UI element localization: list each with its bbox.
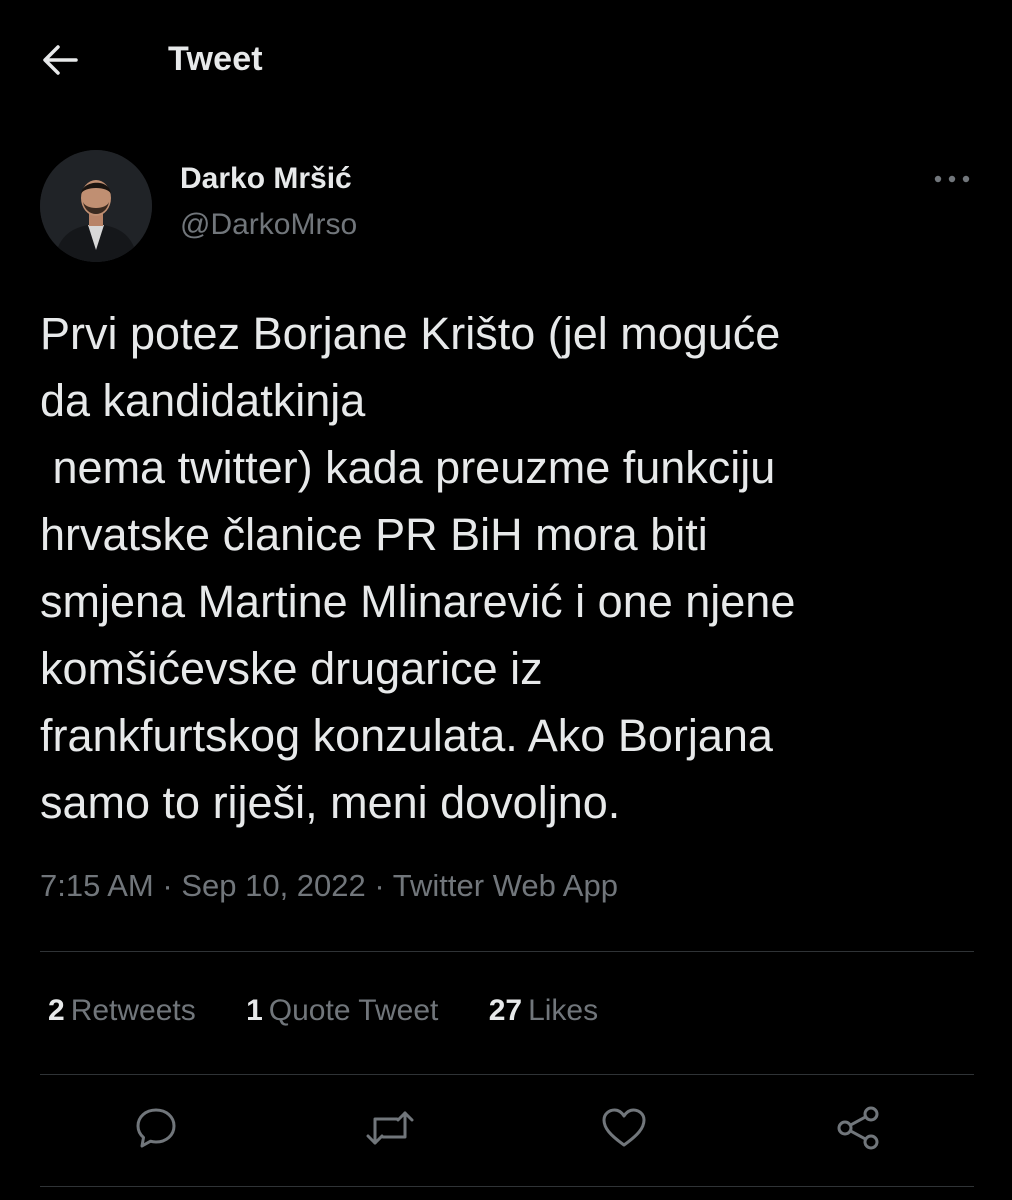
divider — [40, 1074, 974, 1075]
retweet-button[interactable] — [362, 1102, 418, 1158]
reply-button[interactable] — [128, 1102, 184, 1158]
tweet-meta: 7:15 AM · Sep 10, 2022 · Twitter Web App — [40, 868, 618, 904]
quotes-label: Quote Tweet — [268, 994, 439, 1027]
page-title: Tweet — [168, 40, 263, 78]
author-name[interactable]: Darko Mršić — [180, 162, 352, 196]
divider — [40, 1186, 974, 1187]
more-options-button[interactable] — [926, 160, 978, 200]
tweet-text: Prvi potez Borjane Krišto (jel moguće da… — [40, 308, 796, 828]
retweet-icon — [364, 1105, 416, 1156]
back-button[interactable] — [36, 40, 84, 84]
retweets-label: Retweets — [70, 994, 196, 1027]
reply-icon — [133, 1105, 179, 1156]
meta-separator: · — [374, 868, 385, 903]
likes-stat[interactable]: 27 Likes — [489, 994, 598, 1028]
meta-separator: · — [162, 868, 173, 903]
like-button[interactable] — [596, 1102, 652, 1158]
avatar-photo — [40, 150, 152, 262]
like-icon — [600, 1105, 648, 1156]
divider — [40, 951, 974, 952]
retweets-stat[interactable]: 2 Retweets — [48, 994, 196, 1028]
quotes-count: 1 — [246, 994, 263, 1027]
quote-tweets-stat[interactable]: 1 Quote Tweet — [246, 994, 438, 1028]
share-button[interactable] — [830, 1102, 886, 1158]
author-handle[interactable]: @DarkoMrso — [180, 208, 357, 242]
top-bar: Tweet — [0, 0, 1012, 120]
tweet-source[interactable]: Twitter Web App — [393, 868, 618, 903]
tweet-date[interactable]: Sep 10, 2022 — [181, 868, 365, 903]
arrow-left-icon — [40, 42, 80, 83]
tweet-time[interactable]: 7:15 AM — [40, 868, 154, 903]
likes-label: Likes — [528, 994, 599, 1027]
avatar[interactable] — [40, 150, 152, 262]
engagement-stats: 2 Retweets 1 Quote Tweet 27 Likes — [48, 994, 640, 1028]
retweets-count: 2 — [48, 994, 65, 1027]
share-icon — [834, 1104, 882, 1157]
more-icon — [932, 171, 972, 189]
likes-count: 27 — [488, 994, 523, 1027]
